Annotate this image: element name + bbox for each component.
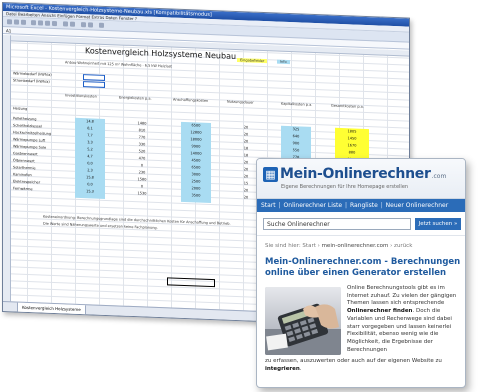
cell-value[interactable]: 20 — [231, 139, 261, 144]
selected-cell[interactable] — [167, 277, 215, 288]
main-navigation: Start | Onlinerechner Liste | Rangliste … — [257, 199, 465, 212]
print-icon[interactable] — [31, 20, 36, 26]
article-text: . — [299, 365, 302, 372]
sheet-subtitle: Anbau-Wohneinheit mit 125 m² Wohnfläche … — [65, 60, 172, 69]
row-label: Hackschnitzelheizung — [13, 130, 52, 136]
article-text: zu erfassen, auszuwerten oder auch auf d… — [265, 358, 442, 364]
row-label: Strombedarf (kWh/a) — [13, 78, 50, 84]
col-header-capital: Kapitalkosten p.a. — [281, 101, 313, 107]
calculator-logo-icon: ▦ — [263, 166, 278, 182]
info-legend: Info — [277, 59, 290, 65]
breadcrumb-current: mein-onlinerechner.com — [321, 243, 389, 249]
heat-demand-input[interactable] — [83, 74, 105, 81]
row-label: Wärmepumpe Sole — [13, 144, 47, 150]
cell-value[interactable]: 20 — [231, 132, 261, 137]
row-label: Wärmepumpe Luft — [13, 137, 46, 143]
search-bar: Jetzt suchen » — [257, 212, 465, 236]
article-text: Online Berechnungstools gibt es im Inter… — [347, 285, 457, 307]
row-label: Kaminofen — [13, 172, 32, 178]
article-title[interactable]: Mein-Onlinerechner.com - Berechnungen on… — [265, 257, 461, 279]
onlinerechner-website-card: ▦ Mein-Onlinerechner .com Eigene Berechn… — [256, 158, 466, 388]
cell-value[interactable]: 18 — [231, 146, 261, 151]
row-headers[interactable] — [3, 35, 11, 302]
row-label: Elektrospeicher — [13, 179, 41, 185]
save-icon[interactable] — [21, 19, 26, 25]
cell-value[interactable]: 770 — [127, 135, 157, 140]
logo-text: Mein-Onlinerechner — [280, 166, 431, 182]
row-label: Heizung — [13, 106, 28, 111]
new-file-icon[interactable] — [7, 19, 12, 25]
nav-separator: | — [380, 202, 383, 209]
cell-value[interactable]: 330 — [127, 142, 157, 147]
note-line: Die Werte sind Näherungswerte und ersetz… — [43, 221, 158, 230]
breadcrumb-back-link[interactable]: › zurück — [390, 243, 412, 249]
row-label: Scheitholzkessel — [13, 123, 42, 129]
sheet-tab[interactable]: Kostenvergleich Holzsysteme — [17, 302, 86, 317]
power-demand-input[interactable] — [83, 81, 105, 88]
undo-icon[interactable] — [63, 21, 68, 27]
col-header-lifetime: Nutzungsdauer — [227, 99, 254, 105]
cell-value[interactable]: 470 — [127, 156, 157, 161]
article-bold-link[interactable]: Onlinerechner finden — [347, 308, 412, 314]
col-header-acquisition: Anschaffungskosten — [173, 97, 209, 103]
article-bold-link[interactable]: integrieren — [265, 366, 300, 372]
search-input[interactable] — [263, 218, 411, 230]
row-label: Pelletheizung — [13, 116, 37, 122]
chart-icon[interactable] — [99, 22, 104, 28]
cell-value[interactable]: 20 — [231, 125, 261, 130]
article-body: Online Berechnungstools gibt es im Inter… — [347, 285, 461, 354]
sort-icon[interactable] — [88, 22, 93, 28]
article-continuation: zu erfassen, auszuwerten oder auch auf d… — [265, 358, 463, 373]
calculator-photo — [265, 287, 341, 355]
input-fields-legend: Eingabefelder — [237, 58, 268, 64]
col-header-total: Gesamtkosten p.a. — [331, 103, 364, 109]
cell-value[interactable]: 0 — [127, 163, 157, 168]
calculator-hand-image — [265, 287, 341, 355]
nav-item-ranking[interactable]: Rangliste — [350, 202, 378, 209]
row-label: Wärmebedarf (kWh/a) — [13, 71, 52, 77]
nav-separator: | — [278, 202, 281, 209]
breadcrumb: Sie sind hier: Start › mein-onlinerechne… — [265, 243, 412, 249]
site-header: ▦ Mein-Onlinerechner .com Eigene Berechn… — [257, 159, 465, 199]
row-label: Ölbrennwert — [13, 158, 35, 164]
article-text: . Doch die Variablen und Rechenwege sind… — [347, 308, 452, 353]
cell-value[interactable]: 1580 — [127, 177, 157, 182]
open-file-icon[interactable] — [14, 19, 19, 25]
logo-suffix: .com — [431, 173, 447, 180]
cell-value[interactable]: 520 — [127, 149, 157, 154]
cell-value[interactable]: 1480 — [127, 121, 157, 126]
redo-icon[interactable] — [70, 21, 75, 27]
copy-icon[interactable] — [45, 20, 50, 26]
cut-icon[interactable] — [38, 20, 43, 26]
cell-value[interactable]: 1530 — [127, 191, 157, 196]
sum-icon[interactable] — [81, 22, 86, 28]
cell-value[interactable]: 810 — [127, 128, 157, 133]
col-header-energy: Energiekosten p.a. — [119, 95, 152, 101]
nav-separator: | — [345, 202, 348, 209]
site-logo[interactable]: ▦ Mein-Onlinerechner .com — [263, 166, 446, 182]
row-label: Fernwärme — [13, 186, 33, 192]
row-label: Solarthermie — [13, 165, 36, 171]
breadcrumb-prefix[interactable]: Sie sind hier: Start › — [265, 243, 320, 249]
nav-item-start[interactable]: Start — [261, 202, 276, 209]
cell-value[interactable]: 18 — [231, 153, 261, 158]
site-tagline: Eigene Berechnungen für Ihre Homepage er… — [281, 184, 409, 190]
row-label: Gasbrennwert — [13, 151, 38, 157]
paste-icon[interactable] — [52, 20, 57, 27]
cell-value[interactable]: 0 — [127, 184, 157, 189]
nav-item-new[interactable]: Neuer Onlinerechner — [386, 202, 449, 209]
nav-item-list[interactable]: Onlinerechner Liste — [284, 202, 343, 209]
search-button[interactable]: Jetzt suchen » — [415, 218, 461, 230]
cell-value[interactable]: 230 — [127, 170, 157, 175]
col-header-investment: Investitionskosten — [65, 93, 97, 99]
